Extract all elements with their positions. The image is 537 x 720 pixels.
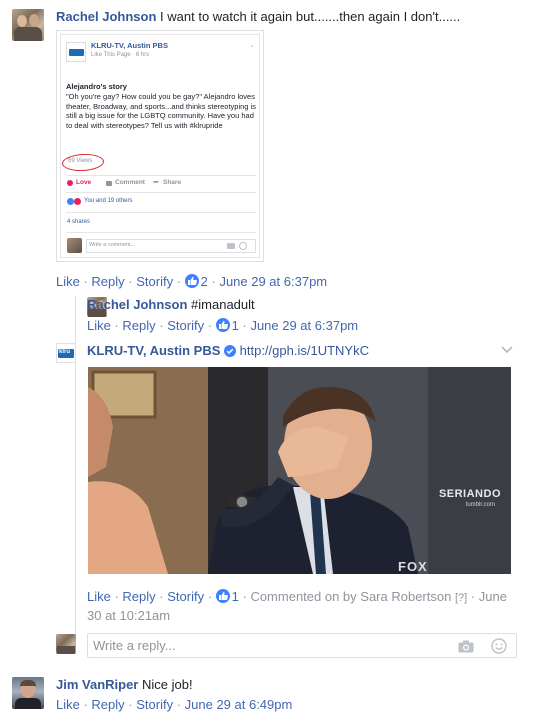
embedded-write-comment: Write a comment... [89,242,136,248]
comment-author[interactable]: Jim VanRiper [56,677,138,692]
gif-watermark: SERIANDO [438,488,501,500]
comment-timestamp[interactable]: June 29 at 6:37pm [219,274,327,289]
commented-by[interactable]: Commented on by Sara Robertson [250,589,451,604]
like-link[interactable]: Like [87,589,111,604]
shared-link[interactable]: http://gph.is/1UTNYkC [240,343,369,358]
comment-text: Nice job! [142,677,193,692]
embedded-post: KLRU-TV, Austin PBS Like This Page · 6 h… [60,34,260,258]
reply-timestamp[interactable]: June 29 at 6:37pm [250,318,358,333]
love-icon [67,180,73,186]
klru-logo-text: klru [59,349,71,355]
comment-actions: Like · Reply · Storify · 2 · June 29 at … [56,274,328,289]
reply-link[interactable]: Reply [91,697,124,712]
reply-placeholder: Write a reply... [93,638,176,653]
gif-watermark-sub: tumblr.com [465,502,495,508]
like-icon [184,274,199,288]
avatar[interactable] [12,677,44,709]
divider [66,212,256,213]
reply-link[interactable]: Reply [122,318,155,333]
page-logo-avatar[interactable]: klru [56,343,76,363]
embedded-comment: Comment [115,179,145,186]
comment-body: Jim VanRiper Nice job! [56,677,193,693]
storify-link[interactable]: Storify [167,318,204,333]
comment-actions: Like · Reply · Storify · June 29 at 6:49… [56,697,293,712]
storify-link[interactable]: Storify [167,589,204,604]
avatar[interactable] [12,9,44,41]
comment-icon [106,181,112,186]
reply-actions: Like · Reply · Storify · 1 · Commented o… [87,589,507,623]
embedded-body: "Oh you're gay? How could you be gay?" A… [66,92,256,130]
reply-body: Rachel Johnson #imanadult [87,297,255,313]
reply-body: KLRU-TV, Austin PBS http://gph.is/1UTNYk… [87,343,369,359]
reply-text: #imanadult [191,297,255,312]
embedded-love: Love [76,179,92,186]
share-icon: ➦ [153,179,159,186]
like-link[interactable]: Like [56,274,80,289]
embedded-title: Alejandro's story [66,82,127,91]
comment-timestamp[interactable]: June 29 at 6:49pm [185,697,293,712]
like-count[interactable]: 1 [232,589,239,604]
embedded-page-sub: Like This Page · 6 hrs · [91,52,153,58]
embedded-reactions: You and 19 others [84,198,133,204]
reply-author[interactable]: Rachel Johnson [87,297,187,312]
embedded-shares: 4 shares [67,219,91,225]
camera-icon [227,243,235,249]
storify-link[interactable]: Storify [136,274,173,289]
storify-link[interactable]: Storify [136,697,173,712]
avatar [67,238,82,253]
divider [66,232,256,233]
comment-text: I want to watch it again but.......then … [160,9,461,24]
avatar [56,634,76,654]
embedded-share: Share [163,179,182,186]
reply-actions: Like · Reply · Storify · 1 · June 29 at … [87,318,359,333]
camera-icon[interactable] [458,640,474,656]
chevron-down-icon[interactable] [499,343,515,357]
divider [66,192,256,193]
like-link[interactable]: Like [56,697,80,712]
embedded-page-name: KLRU-TV, Austin PBS [91,41,168,50]
comment-author[interactable]: Rachel Johnson [56,9,156,24]
love-reaction-icon [74,198,81,205]
like-icon [215,318,230,332]
emoji-icon[interactable] [491,638,507,657]
gif-network-logo: FOX [398,559,428,574]
embedded-views: 69 Views [68,158,93,164]
emoji-icon [239,242,247,250]
page-logo [66,42,86,62]
reply-link[interactable]: Reply [122,589,155,604]
like-count[interactable]: 1 [232,318,239,333]
like-icon [215,589,230,603]
divider [66,175,256,176]
like-reaction-icon [67,198,74,205]
reply-link[interactable]: Reply [91,274,124,289]
reply-author[interactable]: KLRU-TV, Austin PBS [87,343,220,358]
like-count[interactable]: 2 [201,274,208,289]
reply-input[interactable]: Write a reply... [87,633,517,658]
comment-attachment-image[interactable]: KLRU-TV, Austin PBS Like This Page · 6 h… [56,30,264,262]
verified-badge-icon [224,345,237,357]
comment-body: Rachel Johnson I want to watch it again … [56,9,526,25]
gif-scene [88,367,511,574]
chevron-down-icon: ⌄ [249,42,255,49]
gif-image[interactable]: SERIANDO tumblr.com FOX [88,367,511,574]
help-link[interactable]: [?] [455,592,467,604]
like-link[interactable]: Like [87,318,111,333]
